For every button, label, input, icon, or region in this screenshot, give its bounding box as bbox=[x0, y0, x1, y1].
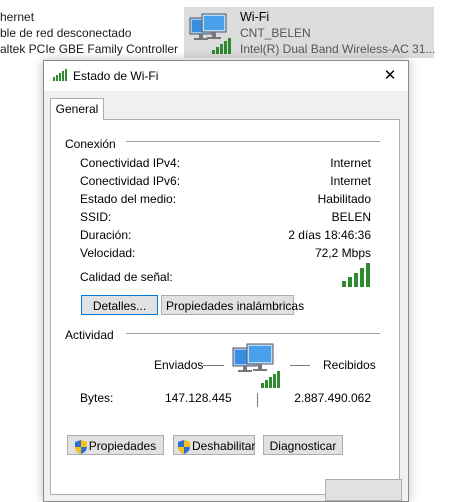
wifi-ssid: CNT_BELEN bbox=[240, 26, 311, 40]
sent-line bbox=[203, 365, 224, 366]
speed-label: Velocidad: bbox=[80, 246, 136, 260]
general-tab-panel: Conexión Conectividad IPv4: Internet Con… bbox=[50, 119, 400, 495]
bytes-label: Bytes: bbox=[80, 391, 114, 405]
signal-quality-label: Calidad de señal: bbox=[80, 270, 173, 284]
sent-label: Enviados bbox=[154, 358, 204, 372]
ipv4-value: Internet bbox=[330, 156, 371, 170]
signal-strength-icon bbox=[53, 69, 67, 81]
received-line bbox=[290, 365, 310, 366]
wifi-network-icon bbox=[189, 13, 231, 54]
wireless-properties-button[interactable]: Propiedades inalámbricas bbox=[161, 295, 304, 315]
ipv6-label: Conectividad IPv6: bbox=[80, 174, 181, 188]
bytes-received-value: 2.887.490.062 bbox=[294, 391, 371, 405]
wifi-network-item[interactable]: Wi-Fi CNT_BELEN Intel(R) Dual Band Wirel… bbox=[184, 7, 436, 58]
bytes-separator bbox=[257, 393, 258, 407]
duration-label: Duración: bbox=[80, 228, 132, 242]
uac-shield-icon bbox=[74, 439, 87, 454]
uac-shield-icon bbox=[178, 439, 190, 454]
disable-button-label: Deshabilitar bbox=[192, 439, 256, 453]
details-button[interactable]: Detalles... bbox=[81, 295, 158, 315]
disable-button[interactable]: Deshabilitar bbox=[173, 435, 255, 455]
ipv4-label: Conectividad IPv4: bbox=[80, 156, 181, 170]
ipv6-value: Internet bbox=[330, 174, 371, 188]
network-computers-icon bbox=[232, 343, 280, 388]
dialog-close-button[interactable] bbox=[325, 479, 402, 501]
activity-divider bbox=[126, 333, 380, 334]
diagnose-button[interactable]: Diagnosticar bbox=[263, 435, 343, 455]
connection-divider bbox=[126, 141, 380, 142]
speed-value: 72,2 Mbps bbox=[314, 246, 371, 260]
ethernet-network-item[interactable]: hernet ble de red desconectado altek PCI… bbox=[0, 0, 180, 58]
activity-heading: Actividad bbox=[65, 328, 118, 342]
duration-value: 2 días 18:46:36 bbox=[288, 228, 371, 242]
signal-quality-icon bbox=[342, 263, 370, 287]
properties-button-label: Propiedades bbox=[88, 439, 157, 453]
close-icon[interactable]: ✕ bbox=[372, 61, 408, 91]
properties-button[interactable]: Propiedades bbox=[67, 435, 164, 455]
ethernet-name: hernet bbox=[0, 10, 35, 24]
title-bar[interactable]: Estado de Wi-Fi ✕ bbox=[44, 61, 408, 91]
ethernet-status: ble de red desconectado bbox=[0, 26, 132, 40]
wifi-adapter: Intel(R) Dual Band Wireless-AC 31... bbox=[240, 42, 436, 56]
wifi-status-dialog: Estado de Wi-Fi ✕ General Conexión Conec… bbox=[43, 60, 409, 502]
ssid-label: SSID: bbox=[80, 210, 112, 224]
tab-general[interactable]: General bbox=[50, 98, 104, 120]
dialog-title: Estado de Wi-Fi bbox=[73, 69, 159, 83]
ethernet-adapter: altek PCIe GBE Family Controller bbox=[0, 42, 179, 56]
media-state-label: Estado del medio: bbox=[80, 192, 177, 206]
received-label: Recibidos bbox=[323, 358, 376, 372]
media-state-value: Habilitado bbox=[317, 192, 371, 206]
ssid-value: BELEN bbox=[331, 210, 371, 224]
wifi-name: Wi-Fi bbox=[240, 10, 270, 24]
bytes-sent-value: 147.128.445 bbox=[165, 391, 232, 405]
connection-heading: Conexión bbox=[65, 137, 120, 151]
